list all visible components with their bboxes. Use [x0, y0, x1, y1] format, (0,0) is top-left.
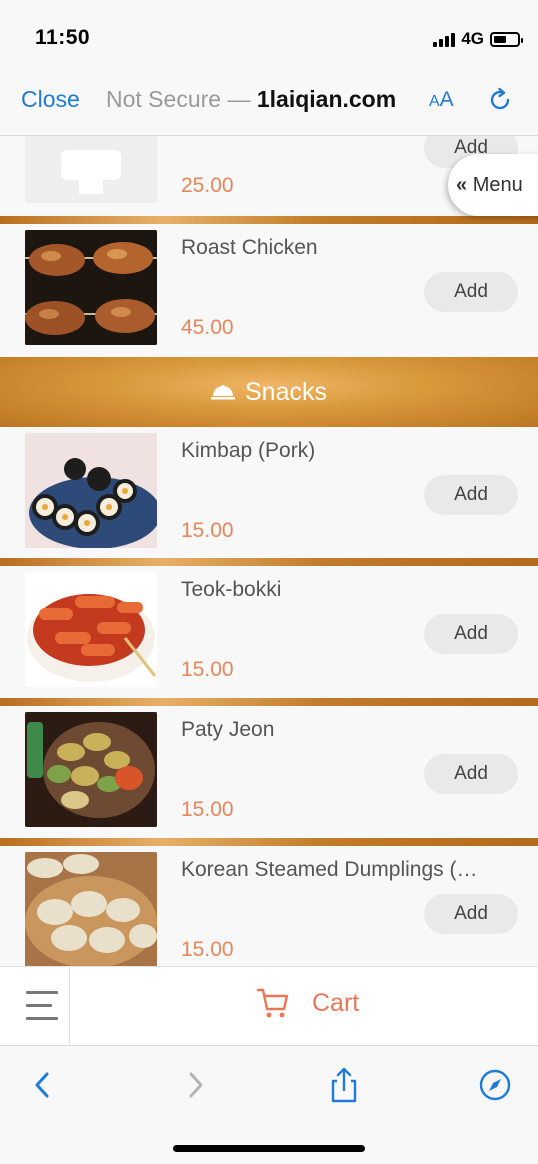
- item-price: 15.00: [181, 519, 234, 542]
- item-divider: [0, 698, 538, 706]
- status-time: 11:50: [35, 26, 91, 49]
- add-button[interactable]: Add: [424, 614, 518, 654]
- double-chevron-left-icon: «: [456, 174, 468, 196]
- menu-drawer-button[interactable]: « Menu: [448, 154, 538, 216]
- teokbokki-image: [25, 572, 157, 687]
- item-name: Korean Steamed Dumplings (…: [181, 858, 478, 881]
- domain-text: 1laiqian.com: [256, 86, 397, 112]
- item-price: 15.00: [181, 938, 234, 961]
- share-icon[interactable]: [327, 1066, 361, 1104]
- add-button[interactable]: Add: [424, 272, 518, 312]
- cart-label: Cart: [312, 988, 360, 1017]
- browser-address-bar: Close Not Secure — 1laiqian.com AA: [0, 78, 538, 136]
- item-placeholder-image: [25, 136, 157, 203]
- hamburger-menu-icon[interactable]: [0, 967, 70, 1046]
- item-name: Paty Jeon: [181, 718, 275, 741]
- item-divider: [0, 558, 538, 566]
- category-header: Snacks: [0, 357, 538, 427]
- network-type: 4G: [461, 29, 484, 48]
- cloche-icon: [211, 384, 235, 400]
- back-icon[interactable]: [26, 1066, 60, 1104]
- home-indicator: [173, 1145, 365, 1152]
- menu-item: Roast Chicken Add 45.00: [0, 224, 538, 357]
- security-text: Not Secure —: [106, 86, 257, 112]
- menu-item: Korean Steamed Dumplings (… Add 15.00: [0, 846, 538, 966]
- browser-toolbar: [0, 1045, 538, 1164]
- menu-item: Teok-bokki Add 15.00: [0, 566, 538, 698]
- signal-icon: [433, 32, 456, 47]
- compass-icon[interactable]: [478, 1066, 512, 1104]
- battery-icon: [490, 31, 523, 47]
- text-size-button[interactable]: AA: [429, 88, 454, 112]
- battery-level: [494, 35, 507, 43]
- menu-item: Paty Jeon Add 15.00: [0, 706, 538, 838]
- status-indicators: 4G: [433, 29, 523, 49]
- status-bar: 11:50 4G: [0, 0, 538, 78]
- menu-button-label: Menu: [472, 174, 523, 196]
- item-name: Teok-bokki: [181, 578, 282, 601]
- dumplings-image: [25, 852, 157, 966]
- close-button[interactable]: Close: [21, 86, 80, 113]
- item-divider: [0, 838, 538, 846]
- item-price: 15.00: [181, 658, 234, 681]
- item-name: Kimbap (Pork): [181, 439, 316, 462]
- cart-icon: [256, 988, 289, 1018]
- item-divider: [0, 216, 538, 224]
- url-display[interactable]: Not Secure — 1laiqian.com: [106, 86, 396, 113]
- item-name: Roast Chicken: [181, 236, 318, 259]
- menu-item: Kimbap (Pork) Add 15.00: [0, 427, 538, 558]
- add-button[interactable]: Add: [424, 754, 518, 794]
- item-price: 25.00: [181, 174, 234, 197]
- category-label: Snacks: [245, 377, 327, 406]
- cart-button[interactable]: Cart: [256, 987, 359, 1019]
- menu-list[interactable]: Add 25.00 Roast Chicken Add 45.00 Snacks…: [0, 136, 538, 966]
- forward-icon[interactable]: [179, 1066, 213, 1104]
- add-button[interactable]: Add: [424, 475, 518, 515]
- item-price: 15.00: [181, 798, 234, 821]
- kimbap-image: [25, 433, 157, 548]
- jeon-image: [25, 712, 157, 827]
- item-price: 45.00: [181, 316, 234, 339]
- cart-bar: Cart: [0, 966, 538, 1046]
- roast-chicken-image: [25, 230, 157, 345]
- add-button[interactable]: Add: [424, 894, 518, 934]
- reload-icon[interactable]: [486, 86, 514, 114]
